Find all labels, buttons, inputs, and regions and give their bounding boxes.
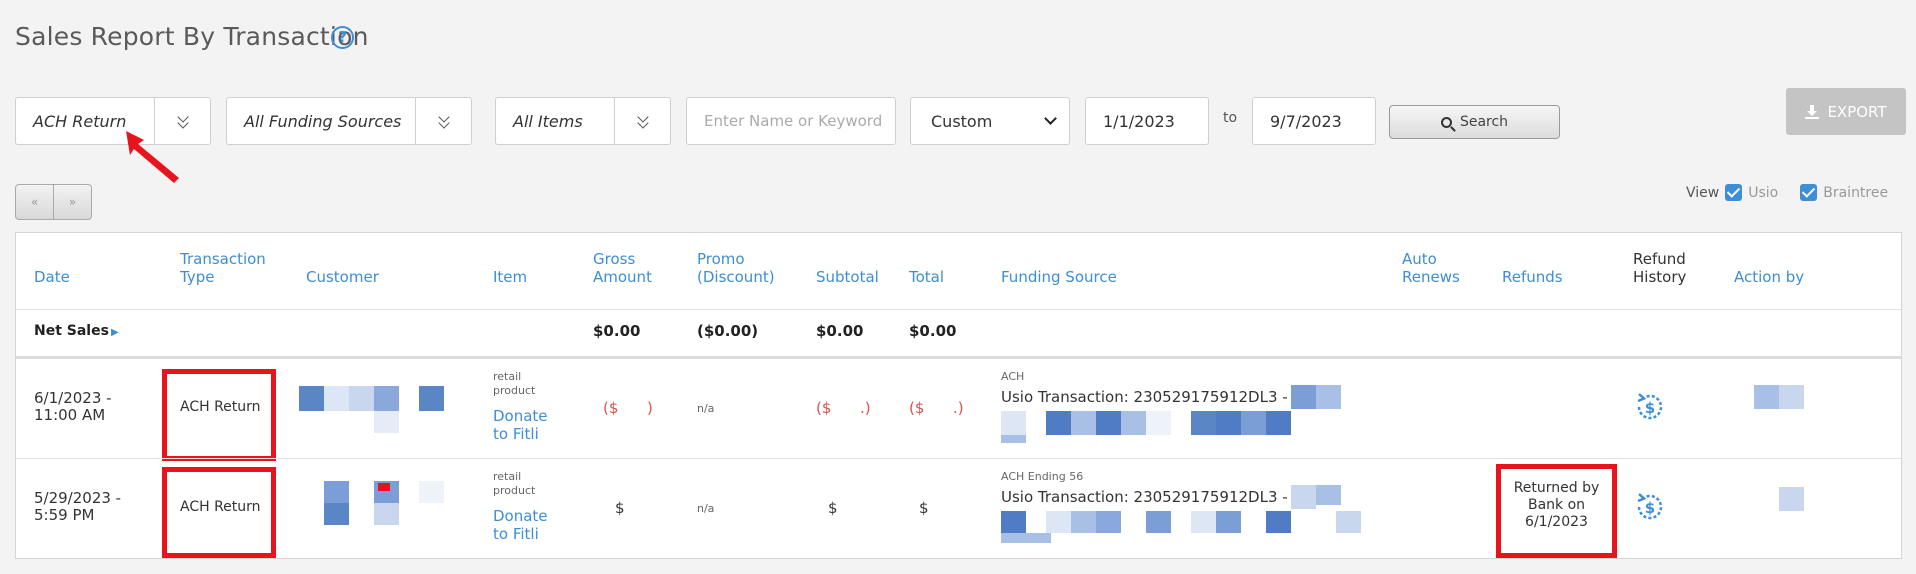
svg-text:$: $ <box>1645 399 1655 417</box>
col-header-action-by[interactable]: Action by <box>1734 268 1804 286</box>
row2-transaction-type: ACH Return <box>180 499 261 515</box>
view-toggles: View Usio Braintree <box>1686 184 1888 201</box>
search-button[interactable]: Search <box>1389 105 1560 139</box>
row2-funding-source: Usio Transaction: 230529175912DL3 - <box>1001 488 1288 506</box>
chevron-down-icon[interactable] <box>415 98 471 144</box>
row1-gross: ($ ) <box>603 399 653 417</box>
row2-item-type: retail product <box>493 470 536 497</box>
row1-transaction-type: ACH Return <box>180 399 261 415</box>
date-range-value: Custom <box>931 111 993 131</box>
col-header-transaction-type[interactable]: Transaction Type <box>180 250 266 286</box>
search-icon <box>1440 116 1452 128</box>
col-header-subtotal[interactable]: Subtotal <box>816 268 879 286</box>
col-header-refund-history: Refund History <box>1633 250 1687 286</box>
row1-date: 6/1/2023 -11:00 AM <box>34 389 112 424</box>
row1-funding-source: Usio Transaction: 230529175912DL3 - <box>1001 388 1288 406</box>
braintree-checkbox[interactable] <box>1800 184 1818 201</box>
help-icon[interactable]: ? <box>331 26 354 49</box>
row2-item-link[interactable]: Donate to Fitli <box>493 507 548 543</box>
col-header-customer[interactable]: Customer <box>306 268 379 286</box>
row2-refund-status: Returned by Bank on 6/1/2023 <box>1496 464 1617 558</box>
usio-label: Usio <box>1748 184 1779 201</box>
date-to-input[interactable]: 9/7/2023 <box>1252 97 1376 145</box>
date-range-select[interactable]: Custom <box>910 97 1070 145</box>
usio-checkbox[interactable] <box>1725 184 1743 201</box>
refund-history-icon[interactable]: $ <box>1633 490 1667 524</box>
net-sales-label[interactable]: Net Sales ▶ <box>34 323 119 339</box>
net-sales-promo: ($0.00) <box>697 322 759 340</box>
row1-promo: n/a <box>697 402 715 415</box>
expand-caret-icon: ▶ <box>110 327 119 338</box>
col-header-refunds[interactable]: Refunds <box>1502 268 1563 286</box>
col-header-item[interactable]: Item <box>493 268 527 286</box>
row1-total: ($ .) <box>909 399 964 417</box>
date-to-label: to <box>1223 110 1238 126</box>
col-header-auto-renews[interactable]: Auto Renews <box>1402 250 1460 286</box>
refund-history-icon[interactable]: $ <box>1633 390 1667 424</box>
items-dropdown[interactable]: All Items <box>495 97 671 145</box>
chevron-down-icon[interactable] <box>614 98 670 144</box>
row2-promo: n/a <box>697 502 715 515</box>
funding-sources-value: All Funding Sources <box>244 111 402 131</box>
caret-down-icon <box>1044 112 1057 125</box>
funding-sources-dropdown[interactable]: All Funding Sources <box>226 97 472 145</box>
pager: « » <box>15 184 92 220</box>
date-from-input[interactable]: 1/1/2023 <box>1085 97 1209 145</box>
col-header-date[interactable]: Date <box>34 268 70 286</box>
row1-item-type: retail product <box>493 370 536 397</box>
row1-subtotal: ($ .) <box>816 399 871 417</box>
export-button-label: EXPORT <box>1827 102 1887 121</box>
prev-page-button[interactable]: « <box>16 185 54 219</box>
keyword-search-input[interactable]: Enter Name or Keyword <box>686 97 896 145</box>
search-button-label: Search <box>1459 114 1509 130</box>
row2-date: 5/29/2023 -5:59 PM <box>34 489 122 524</box>
row2-total: $ <box>919 499 929 517</box>
row2-subtotal: $ <box>828 499 838 517</box>
row1-item-link[interactable]: Donate to Fitli <box>493 407 548 443</box>
view-label: View <box>1686 184 1720 201</box>
download-icon <box>1805 104 1820 119</box>
net-sales-total: $0.00 <box>909 322 957 340</box>
col-header-gross-amount[interactable]: Gross Amount <box>593 250 652 286</box>
row2-gross: $ <box>615 499 625 517</box>
export-button[interactable]: EXPORT <box>1786 88 1906 135</box>
items-value: All Items <box>513 111 583 131</box>
net-sales-subtotal: $0.00 <box>816 322 864 340</box>
page-title: Sales Report By Transaction <box>15 22 369 51</box>
net-sales-gross: $0.00 <box>593 322 641 340</box>
col-header-funding-source[interactable]: Funding Source <box>1001 268 1117 286</box>
braintree-label: Braintree <box>1823 184 1889 201</box>
row1-funding-type: ACH <box>1001 370 1025 383</box>
col-header-total[interactable]: Total <box>909 268 944 286</box>
row2-funding-type: ACH Ending 56 <box>1001 470 1084 483</box>
highlight-box <box>162 369 276 461</box>
next-page-button[interactable]: » <box>54 185 91 219</box>
col-header-promo[interactable]: Promo (Discount) <box>697 250 775 286</box>
annotation-arrow-icon <box>126 131 179 183</box>
transactions-table: Date Transaction Type Customer Item Gross… <box>15 232 1902 559</box>
svg-text:$: $ <box>1645 499 1655 517</box>
